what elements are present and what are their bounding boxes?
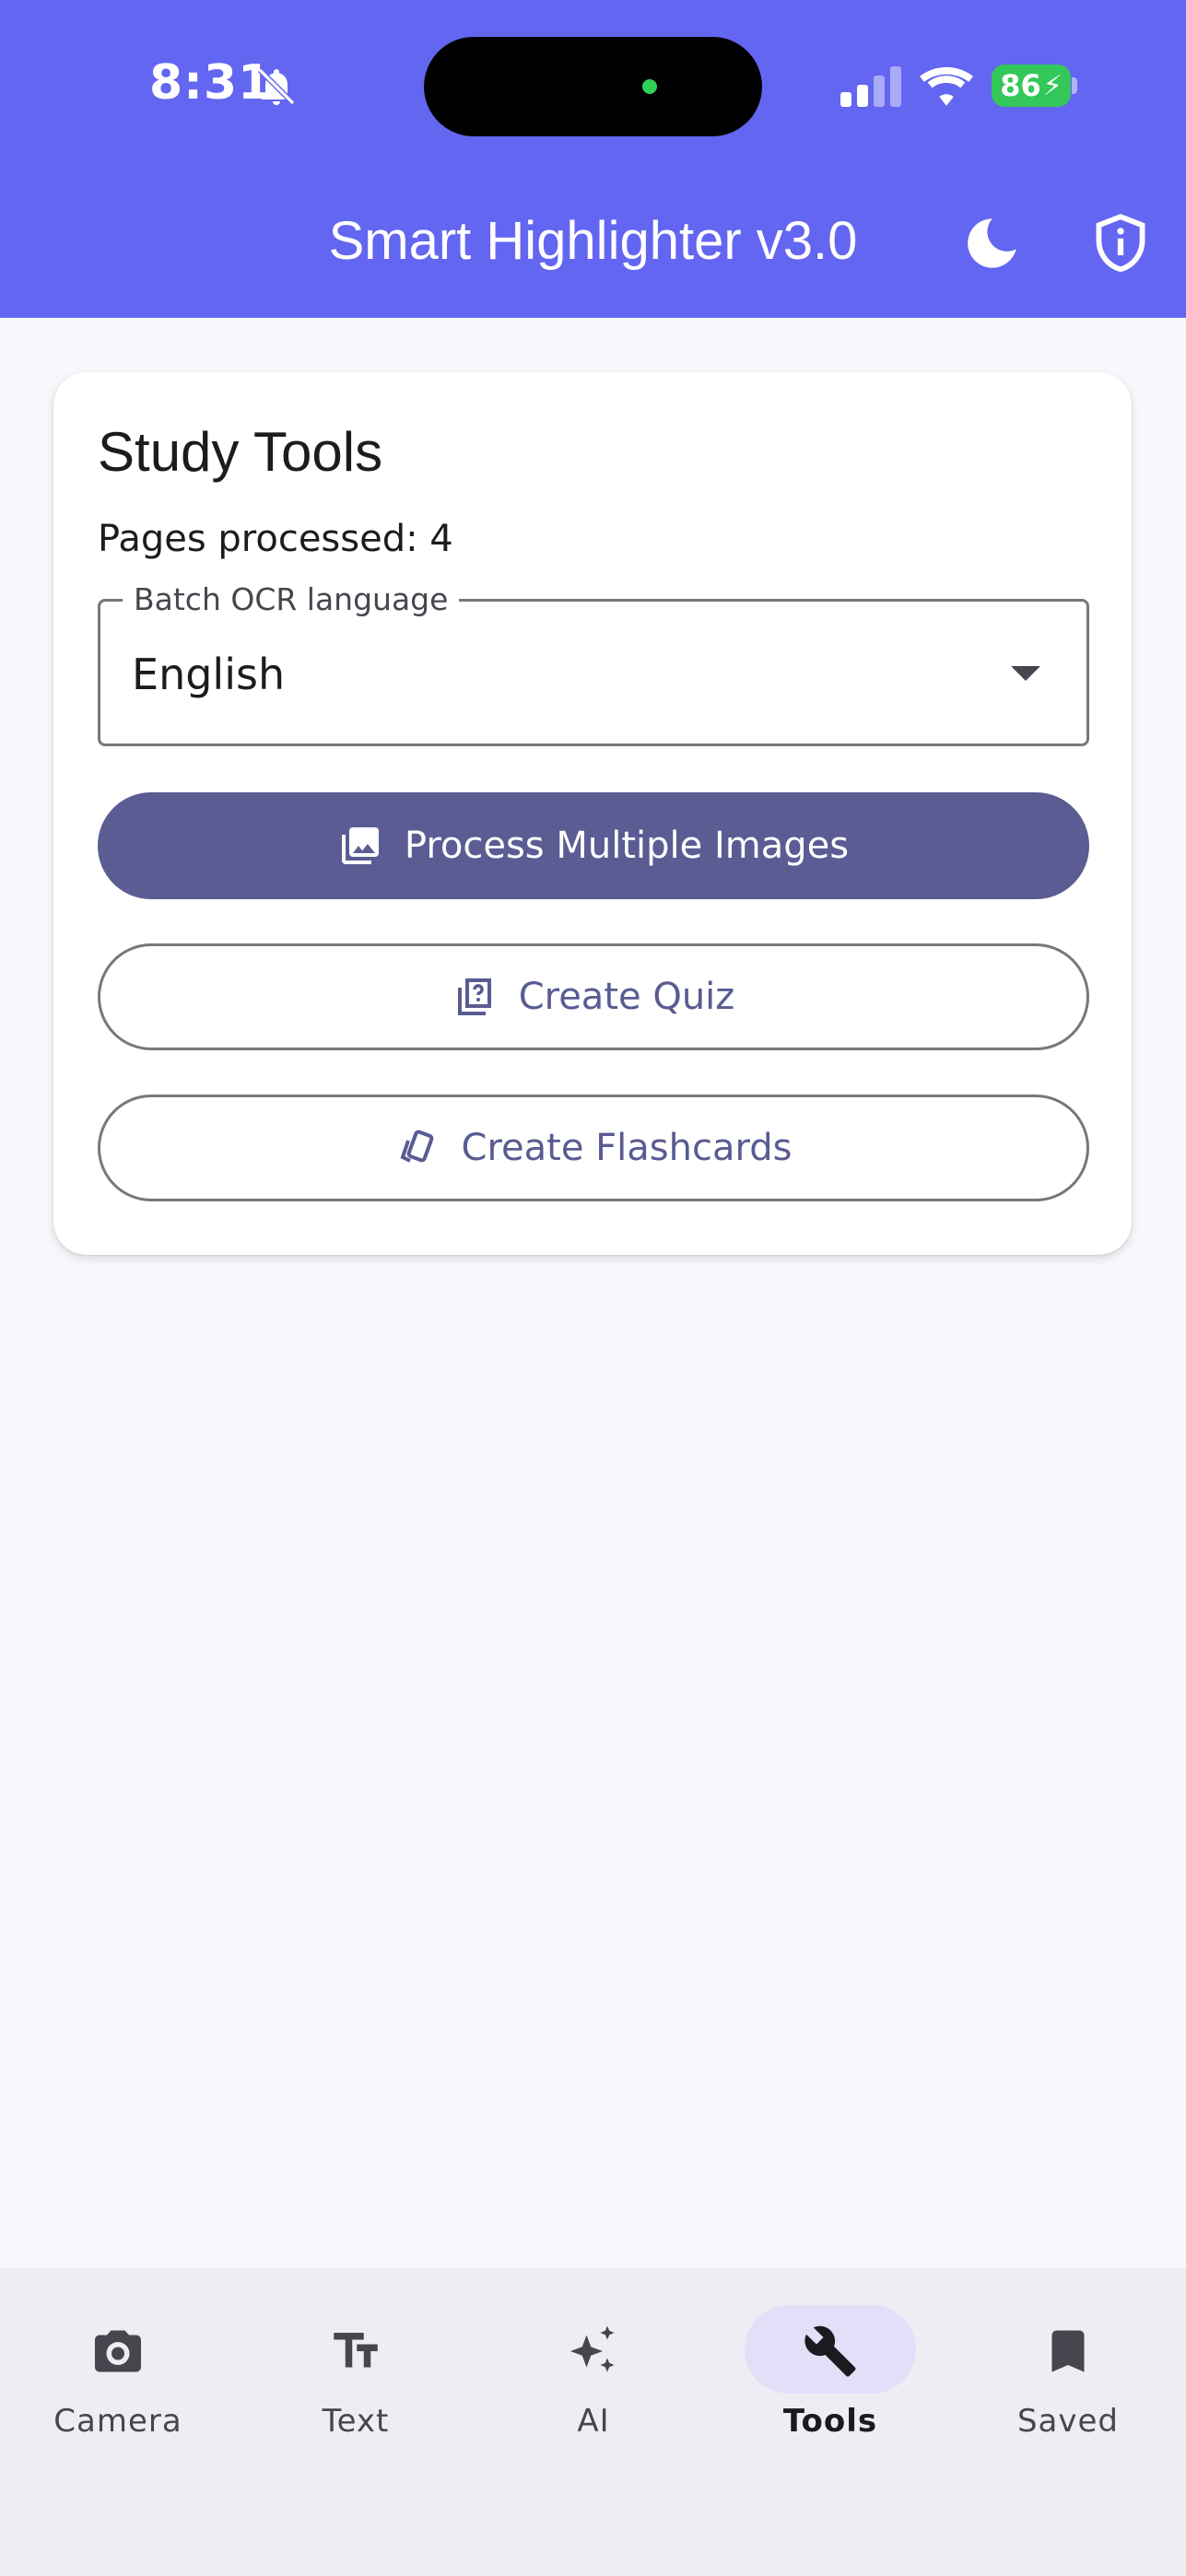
bell-muted-icon bbox=[257, 67, 296, 106]
flashcards-button-label: Create Flashcards bbox=[461, 1127, 793, 1169]
select-label: Batch OCR language bbox=[123, 581, 460, 617]
flashcards-icon bbox=[400, 1130, 433, 1163]
battery-level: 86 bbox=[1000, 68, 1041, 103]
app-bar: 8:31 86 ⚡ Smart Highlighter v3.0 bbox=[0, 0, 1186, 318]
app-title-text: Smart Highlighter v3.0 bbox=[328, 211, 858, 271]
quiz-icon bbox=[457, 978, 491, 1015]
wifi-icon bbox=[920, 66, 973, 106]
study-tools-card: Study Tools Pages processed: 4 Batch OCR… bbox=[53, 372, 1132, 1255]
caret-down-icon bbox=[1011, 666, 1040, 681]
nav-label-ai: AI bbox=[577, 2403, 610, 2440]
nav-item-camera[interactable]: Camera bbox=[26, 2305, 210, 2453]
card-title: Study Tools bbox=[98, 421, 383, 483]
screen: 8:31 86 ⚡ Smart Highlighter v3.0 Study T… bbox=[0, 0, 1186, 2576]
moon-icon[interactable] bbox=[962, 214, 1021, 273]
nav-label-text: Text bbox=[322, 2403, 390, 2440]
nav-item-tools[interactable]: Tools bbox=[738, 2305, 922, 2453]
bolt-icon: ⚡ bbox=[1042, 69, 1063, 102]
batch-ocr-language-select[interactable]: Batch OCR language English bbox=[98, 581, 1089, 746]
camera-indicator-dot bbox=[642, 79, 657, 94]
text-fields-icon bbox=[334, 2333, 378, 2368]
wrench-icon bbox=[804, 2325, 856, 2377]
create-quiz-button[interactable]: Create Quiz bbox=[98, 943, 1089, 1050]
process-multiple-images-button[interactable]: Process Multiple Images bbox=[98, 792, 1089, 899]
shield-info-icon[interactable] bbox=[1091, 212, 1150, 275]
select-value: English bbox=[132, 650, 286, 699]
dynamic-island bbox=[424, 37, 762, 136]
nav-item-ai[interactable]: AI bbox=[501, 2305, 686, 2453]
quiz-button-label: Create Quiz bbox=[518, 976, 735, 1018]
sparkle-icon bbox=[570, 2325, 615, 2372]
nav-item-saved[interactable]: Saved bbox=[976, 2305, 1160, 2453]
nav-label-camera: Camera bbox=[53, 2403, 182, 2440]
bottom-navigation: Camera Text AI Tools Saved bbox=[0, 2268, 1186, 2576]
battery-charging-icon: 86 ⚡ bbox=[992, 64, 1071, 107]
signal-icon bbox=[840, 66, 901, 107]
nav-label-tools: Tools bbox=[782, 2403, 878, 2440]
photo-library-icon bbox=[341, 827, 379, 864]
process-button-label: Process Multiple Images bbox=[404, 825, 850, 867]
create-flashcards-button[interactable]: Create Flashcards bbox=[98, 1095, 1089, 1201]
nav-item-text[interactable]: Text bbox=[264, 2305, 448, 2453]
battery-cap bbox=[1072, 77, 1077, 94]
pages-processed-text: Pages processed: 4 bbox=[98, 518, 453, 560]
nav-label-saved: Saved bbox=[1016, 2403, 1120, 2440]
bookmark-icon bbox=[1051, 2330, 1085, 2372]
camera-icon bbox=[95, 2330, 141, 2372]
